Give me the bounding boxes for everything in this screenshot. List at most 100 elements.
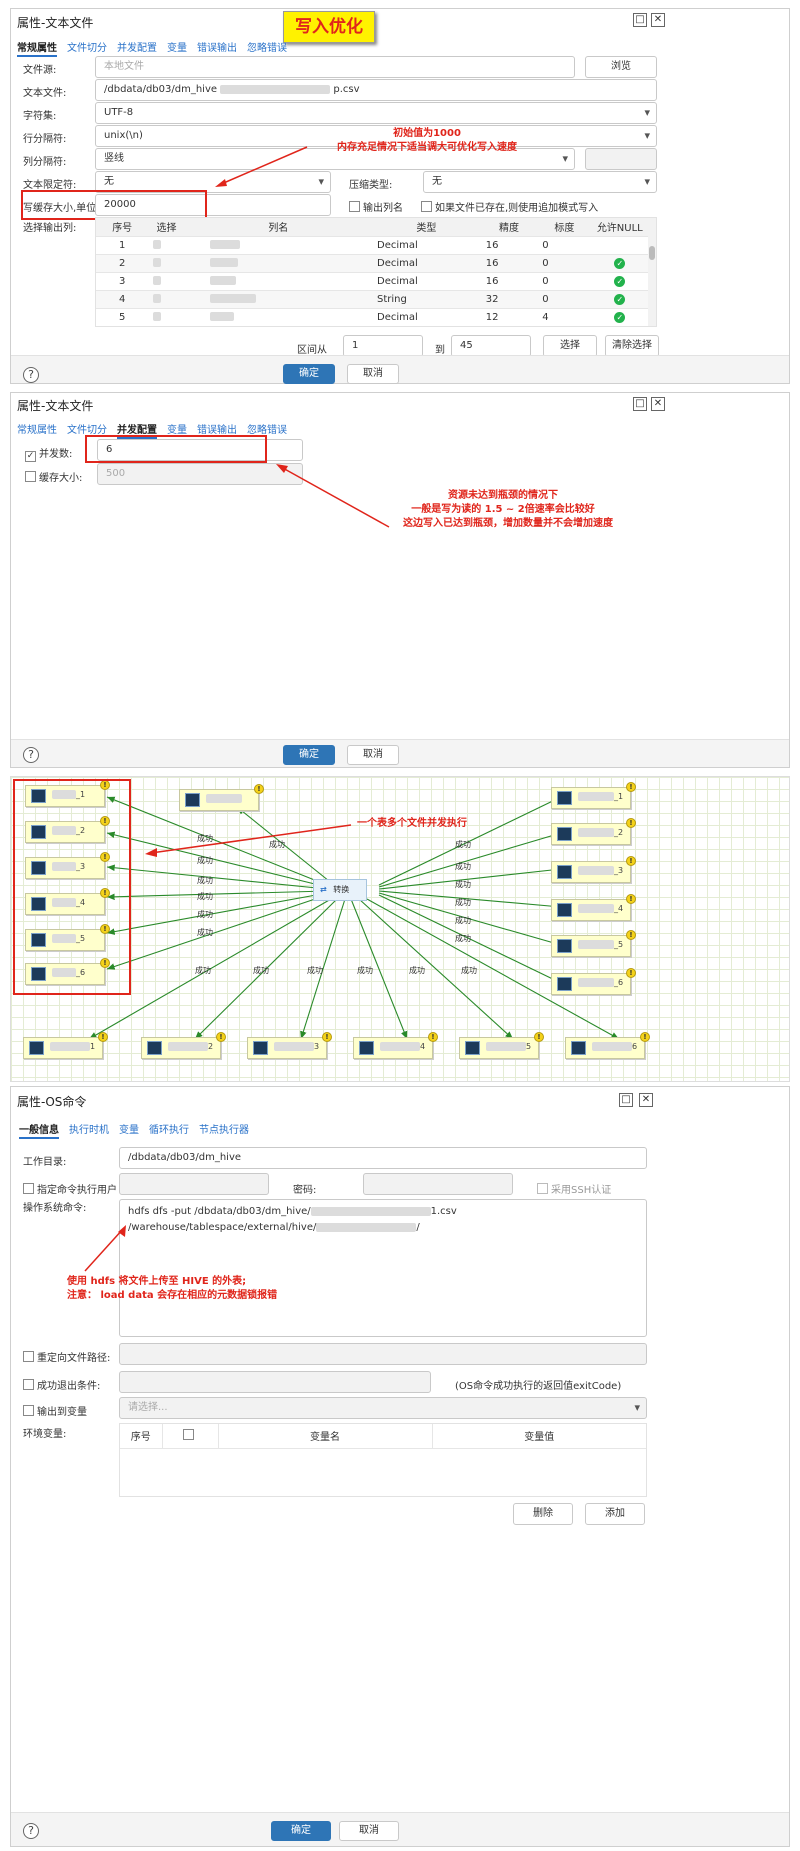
- node-label: 6: [592, 1042, 637, 1051]
- ok-button[interactable]: 确定: [283, 745, 335, 765]
- redirect-label: 重定向文件路径:: [37, 1353, 111, 1364]
- edge-label: 成功: [409, 966, 425, 975]
- transform-label: 转换: [333, 885, 350, 894]
- warning-icon: !: [626, 818, 636, 828]
- flow-node-right-6[interactable]: _6!: [551, 968, 636, 995]
- os-command-properties-dialog: 属性-OS命令 □ ✕ 一般信息 执行时机 变量 循环执行 节点执行器 工作目录…: [10, 1086, 790, 1847]
- edge-label: 成功: [307, 966, 323, 975]
- node-label: _6: [578, 978, 623, 987]
- output-variable-select[interactable]: 请选择...: [119, 1397, 647, 1419]
- flow-node-right-1[interactable]: _1!: [551, 782, 636, 809]
- node-label: 3: [274, 1042, 319, 1051]
- warning-icon: !: [626, 782, 636, 792]
- edge-label: 成功: [455, 840, 471, 849]
- warning-icon: !: [626, 856, 636, 866]
- help-icon[interactable]: ?: [23, 747, 39, 763]
- warning-icon: !: [322, 1032, 332, 1042]
- flow-node-bottom-2[interactable]: 2!: [141, 1032, 226, 1059]
- add-button[interactable]: 添加: [585, 1503, 645, 1525]
- col-header[interactable]: [162, 1424, 219, 1449]
- transform-icon: ⇄: [320, 885, 327, 894]
- terminal-icon: [465, 1041, 480, 1055]
- table-header-row: 序号 变量名 变量值: [120, 1424, 646, 1449]
- node-label: 4: [380, 1042, 425, 1051]
- flow-node-right-4[interactable]: _4!: [551, 894, 636, 921]
- redirect-field: [119, 1343, 647, 1365]
- warning-icon: !: [98, 1032, 108, 1042]
- annotation-concurrent-files: 一个表多个文件并发执行: [357, 818, 467, 829]
- node-label: 5: [486, 1042, 531, 1051]
- warning-icon: !: [626, 930, 636, 940]
- edge-label: 成功: [197, 928, 213, 937]
- flow-node-right-5[interactable]: _5!: [551, 930, 636, 957]
- edge-label: 成功: [357, 966, 373, 975]
- help-icon[interactable]: ?: [23, 1823, 39, 1839]
- terminal-icon: [557, 791, 572, 805]
- node-label: _1: [578, 792, 623, 801]
- edge-label: 成功: [197, 834, 213, 843]
- terminal-icon: [557, 827, 572, 841]
- col-header: 变量值: [432, 1424, 646, 1449]
- env-vars-label: 环境变量:: [23, 1429, 67, 1440]
- flow-node-bottom-1[interactable]: 1!: [23, 1032, 108, 1059]
- node-label: _5: [578, 940, 623, 949]
- flow-node-bottom-5[interactable]: 5!: [459, 1032, 544, 1059]
- warning-icon: !: [534, 1032, 544, 1042]
- node-label: _3: [578, 866, 623, 875]
- node-label: _2: [578, 828, 623, 837]
- node-label: _4: [578, 904, 623, 913]
- warning-icon: !: [626, 968, 636, 978]
- edge-label: 成功: [197, 910, 213, 919]
- node-label: 2: [168, 1042, 213, 1051]
- dialog-footer: [11, 1812, 789, 1846]
- edge-label: 成功: [269, 840, 285, 849]
- terminal-icon: [557, 903, 572, 917]
- output-variable-checkbox[interactable]: 输出到变量: [23, 1403, 87, 1418]
- terminal-icon: [571, 1041, 586, 1055]
- terminal-icon: [185, 793, 200, 807]
- flow-node-bottom-6[interactable]: 6!: [565, 1032, 650, 1059]
- flow-node-bottom-4[interactable]: 4!: [353, 1032, 438, 1059]
- highlight-box: [13, 779, 131, 995]
- flow-node-bottom-3[interactable]: 3!: [247, 1032, 332, 1059]
- cancel-button[interactable]: 取消: [347, 745, 399, 765]
- text-file-concurrency-dialog: 属性-文本文件 □ ✕ 常规属性 文件切分 并发配置 变量 错误输出 忽略错误 …: [10, 392, 790, 768]
- flow-node-right-3[interactable]: _3!: [551, 856, 636, 883]
- delete-button[interactable]: 删除: [513, 1503, 573, 1525]
- terminal-icon: [557, 977, 572, 991]
- exit-condition-hint: (OS命令成功执行的返回值exitCode): [455, 1381, 622, 1392]
- edge-label: 成功: [197, 856, 213, 865]
- flow-node-right-2[interactable]: _2!: [551, 818, 636, 845]
- node-label: 1: [50, 1042, 95, 1051]
- warning-icon: !: [254, 784, 264, 794]
- terminal-icon: [29, 1041, 44, 1055]
- ok-button[interactable]: 确定: [271, 1821, 331, 1841]
- edge-label: 成功: [461, 966, 477, 975]
- annotation-arrow: [215, 146, 308, 187]
- warning-icon: !: [216, 1032, 226, 1042]
- col-header: 变量名: [218, 1424, 433, 1449]
- output-variable-label: 输出到变量: [37, 1407, 87, 1418]
- checkbox-icon: [23, 1405, 34, 1416]
- checkbox-icon: [23, 1351, 34, 1362]
- terminal-icon: [557, 939, 572, 953]
- flow-canvas: _1! _2! _3! _4! _5! _6! ! ⇄ 转换 _1! _2! _…: [10, 776, 790, 1082]
- select-all-checkbox[interactable]: [183, 1429, 194, 1441]
- transform-node[interactable]: ⇄ 转换: [313, 879, 367, 901]
- warning-icon: !: [428, 1032, 438, 1042]
- edge-label: 成功: [455, 898, 471, 907]
- terminal-icon: [147, 1041, 162, 1055]
- cancel-button[interactable]: 取消: [339, 1821, 399, 1841]
- env-vars-table-container: 序号 变量名 变量值: [119, 1423, 647, 1497]
- redirect-checkbox[interactable]: 重定向文件路径:: [23, 1349, 110, 1364]
- text-file-properties-dialog: 属性-文本文件 □ ✕ 写入优化 常规属性 文件切分 并发配置 变量 错误输出 …: [10, 8, 790, 384]
- edge-label: 成功: [455, 934, 471, 943]
- exit-condition-checkbox[interactable]: 成功退出条件:: [23, 1377, 100, 1392]
- terminal-icon: [557, 865, 572, 879]
- edge-label: 成功: [197, 876, 213, 885]
- flow-node-top[interactable]: !: [179, 784, 264, 811]
- warning-icon: !: [626, 894, 636, 904]
- edge-label: 成功: [197, 892, 213, 901]
- edge-label: 成功: [455, 880, 471, 889]
- node-label: [206, 794, 242, 803]
